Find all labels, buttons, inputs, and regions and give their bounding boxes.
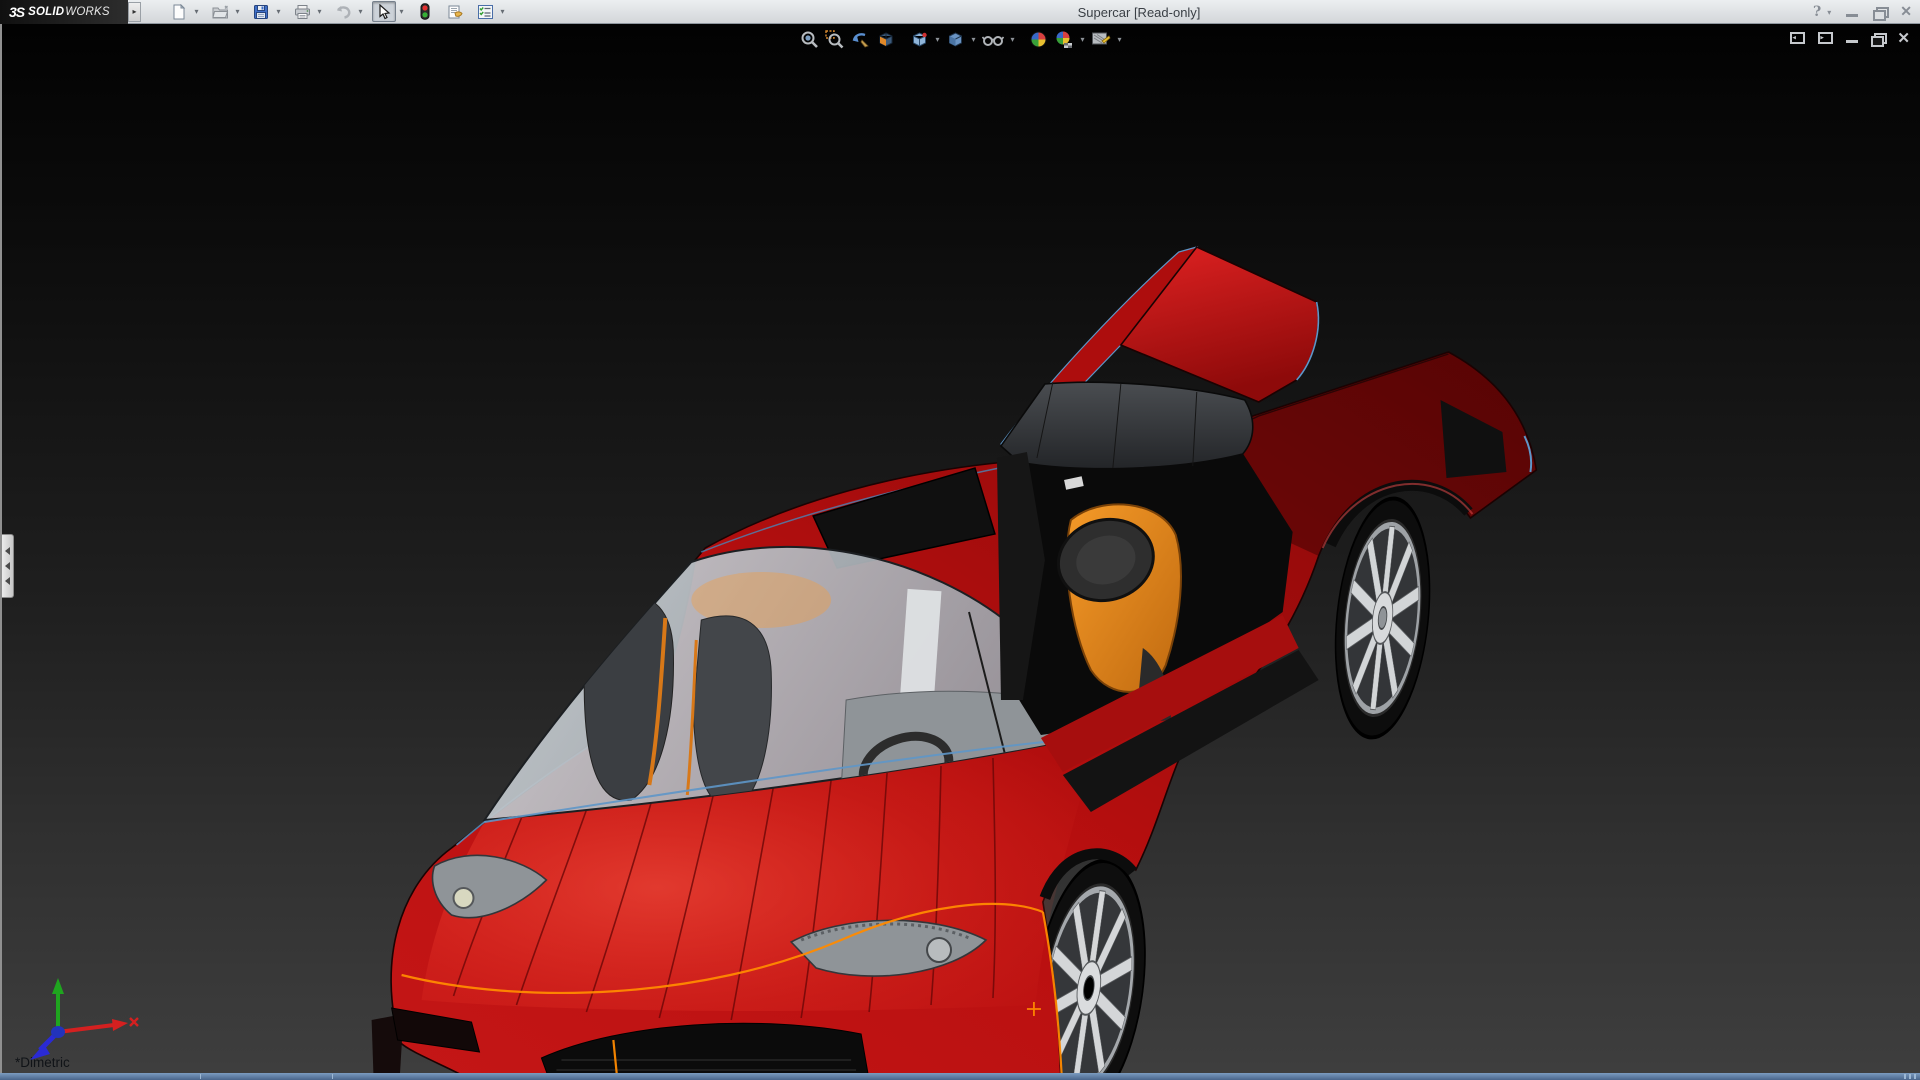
- brand-solid: SOLID: [28, 5, 65, 18]
- display-style-dropdown[interactable]: ▾: [969, 35, 978, 44]
- dassault-3s-icon: 3S: [9, 3, 25, 20]
- new-document-icon: [173, 3, 186, 19]
- status-separator: [200, 1074, 201, 1079]
- main-toolbar: ▾ ▾ ▾ ▾ ▾ ▾ ▾: [167, 1, 514, 22]
- apply-scene-dropdown[interactable]: ▾: [1078, 35, 1087, 44]
- save-button[interactable]: [249, 1, 273, 22]
- previous-view-icon: [852, 33, 869, 48]
- document-close-button[interactable]: ✕: [1897, 29, 1910, 47]
- rebuild-button[interactable]: [413, 1, 437, 22]
- triad-y-axis: [52, 978, 64, 1032]
- open-folder-icon: [211, 5, 228, 18]
- select-dropdown[interactable]: ▾: [396, 1, 407, 22]
- print-dropdown[interactable]: ▾: [314, 1, 325, 22]
- status-separator: [332, 1074, 333, 1079]
- document-restore-icon: [1871, 32, 1888, 47]
- section-view-icon: [879, 32, 893, 47]
- file-properties-icon: [448, 5, 463, 18]
- select-cursor-icon: [379, 3, 391, 19]
- print-button[interactable]: [290, 1, 314, 22]
- undo-button[interactable]: [331, 1, 355, 22]
- zoom-to-area-icon: [825, 30, 844, 49]
- solidworks-logo: 3S SOLID WORKS: [0, 0, 128, 24]
- zoom-to-area-button[interactable]: [823, 28, 846, 51]
- title-bar: 3S SOLID WORKS ▸ ▾ ▾ ▾ ▾ ▾ ▾ ▾ Supercar …: [0, 0, 1920, 24]
- select-button[interactable]: [372, 1, 396, 22]
- open-button[interactable]: [208, 1, 232, 22]
- restore-icon: [1873, 7, 1890, 21]
- triad-x-axis: [57, 1017, 139, 1034]
- undo-dropdown[interactable]: ▾: [355, 1, 366, 22]
- view-orientation-label: *Dimetric: [15, 1055, 70, 1070]
- menu-expand-arrow-icon: ▸: [132, 7, 137, 16]
- window-controls: ? ▾ ✕: [1813, 0, 1912, 24]
- close-button[interactable]: ✕: [1900, 4, 1912, 20]
- file-properties-button[interactable]: [443, 1, 467, 22]
- hide-show-items-button[interactable]: [980, 28, 1006, 51]
- restore-button[interactable]: [1873, 7, 1890, 21]
- options-checklist-icon: [477, 4, 493, 19]
- collapse-arrow-icon: [5, 577, 10, 585]
- minimize-button[interactable]: [1846, 7, 1859, 17]
- rebuild-traffic-light-icon: [420, 3, 430, 20]
- collapse-arrow-icon: [5, 547, 10, 555]
- edit-appearance-button[interactable]: [1027, 28, 1050, 51]
- graphics-viewport[interactable]: ◂ ▸ ✕ ▾ ▾ ▾ ▾ ▾ *Dimetric: [0, 24, 1920, 1073]
- new-document-button[interactable]: [167, 1, 191, 22]
- feature-manager-collapsed-tab[interactable]: [2, 534, 14, 598]
- display-style-button[interactable]: [944, 28, 967, 51]
- status-bar: [0, 1073, 1920, 1080]
- document-minimize-icon: [1846, 33, 1859, 43]
- collapse-arrow-icon: [5, 562, 10, 570]
- document-title: Supercar [Read-only]: [1077, 4, 1201, 20]
- previous-window-button[interactable]: ◂: [1790, 32, 1806, 44]
- view-orientation-button[interactable]: [908, 28, 931, 51]
- pane-left-arrow-icon: ◂: [1792, 34, 1796, 42]
- minimize-icon: [1846, 7, 1859, 17]
- menu-expand-button[interactable]: ▸: [128, 1, 141, 22]
- view-orientation-cube-icon: [913, 32, 927, 47]
- resize-grip[interactable]: [1904, 1074, 1918, 1079]
- view-settings-button[interactable]: [1089, 28, 1113, 51]
- apply-scene-button[interactable]: [1052, 28, 1076, 51]
- document-restore-button[interactable]: [1871, 32, 1888, 47]
- save-dropdown[interactable]: ▾: [273, 1, 284, 22]
- view-settings-dropdown[interactable]: ▾: [1115, 35, 1124, 44]
- next-window-button[interactable]: ▸: [1818, 32, 1834, 44]
- headsup-view-toolbar: ▾ ▾ ▾ ▾ ▾: [798, 28, 1124, 51]
- section-view-button[interactable]: [874, 28, 898, 51]
- save-floppy-icon: [254, 4, 268, 19]
- hide-show-items-dropdown[interactable]: ▾: [1008, 35, 1017, 44]
- document-minimize-button[interactable]: [1846, 33, 1859, 43]
- document-window-controls: ◂ ▸ ✕: [1790, 29, 1910, 47]
- help-dropdown[interactable]: ▾: [1827, 8, 1831, 17]
- printer-icon: [294, 4, 310, 19]
- brand-works: WORKS: [65, 5, 110, 18]
- options-button[interactable]: [473, 1, 497, 22]
- display-style-cube-icon: [949, 32, 962, 47]
- zoom-to-fit-button[interactable]: [798, 28, 821, 51]
- help-button[interactable]: ?: [1813, 4, 1821, 20]
- zoom-to-fit-icon: [801, 31, 818, 48]
- apply-scene-icon: [1056, 31, 1072, 48]
- undo-arrow-icon: [337, 5, 351, 19]
- previous-view-button[interactable]: [848, 28, 872, 51]
- open-dropdown[interactable]: ▾: [232, 1, 243, 22]
- model-supercar[interactable]: [2, 24, 1920, 1073]
- appearance-ball-icon: [1030, 31, 1047, 48]
- new-document-dropdown[interactable]: ▾: [191, 1, 202, 22]
- eyeglasses-icon: [982, 36, 1004, 46]
- view-settings-icon: [1092, 32, 1111, 45]
- view-orientation-dropdown[interactable]: ▾: [933, 35, 942, 44]
- pane-right-arrow-icon: ▸: [1820, 34, 1824, 42]
- options-dropdown[interactable]: ▾: [497, 1, 508, 22]
